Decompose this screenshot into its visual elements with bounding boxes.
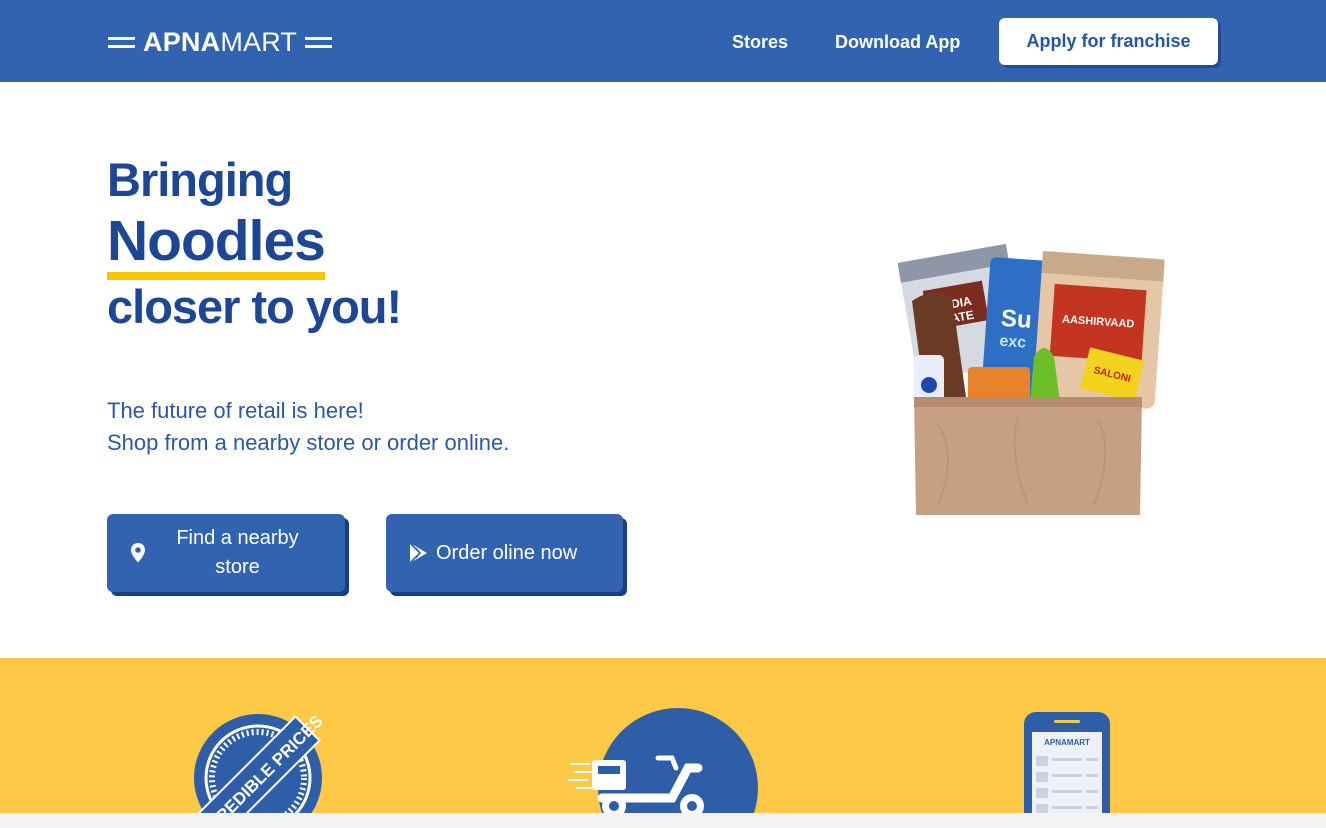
mobile-app-feature: APNAMART [1022,712,1112,828]
top-nav-bar: APNAMART Stores Download App Apply for f… [0,0,1326,82]
order-online-label: Order oline now [436,542,578,564]
nav-link-download-app[interactable]: Download App [835,30,960,54]
logo-bars-right [305,36,333,48]
hero-line-bringing: Bringing [107,153,293,206]
logo-light: MART [220,27,298,57]
tagline-line-2: Shop from a nearby store or order online… [107,430,510,455]
phone-brand-text: APNAMART [1044,738,1090,747]
hero-highlight-word: Noodles [107,210,326,280]
apnamart-logo[interactable]: APNAMART [108,26,333,58]
order-online-button[interactable]: Order oline now [386,514,623,592]
mobile-app-icon: APNAMART [1024,712,1110,828]
logo-wordmark: APNAMART [143,26,297,58]
hero-line-closer: closer to you! [107,280,402,333]
hero-heading: Bringing Noodles closer to you! [107,150,402,334]
incredible-prices-feature: INCREDIBLE PRICES [192,708,338,828]
apply-franchise-button[interactable]: Apply for franchise [999,18,1218,65]
fast-delivery-feature [566,708,762,828]
price-badge-icon: INCREDIBLE PRICES [192,712,327,828]
play-store-icon [408,542,428,570]
nav-link-stores[interactable]: Stores [732,30,788,54]
svg-text:exc: exc [999,333,1027,352]
find-store-label: Find a nearby store [176,527,299,578]
features-band: INCREDIBLE PRICES [0,658,1326,828]
tagline-line-1: The future of retail is here! [107,398,364,423]
delivery-scooter-icon [568,708,758,828]
svg-text:Su: Su [1000,305,1032,334]
logo-bars-left [108,36,135,48]
hero-tagline: The future of retail is here! Shop from … [107,395,509,459]
logo-bold: APNA [143,27,221,57]
page-bottom-strip [0,813,1326,828]
find-nearby-store-button[interactable]: Find a nearby store [107,514,345,592]
location-pin-icon [129,542,147,570]
grocery-bag-image: INDIA GATE Su exc AASHIRVAAD SALONI [897,235,1170,524]
